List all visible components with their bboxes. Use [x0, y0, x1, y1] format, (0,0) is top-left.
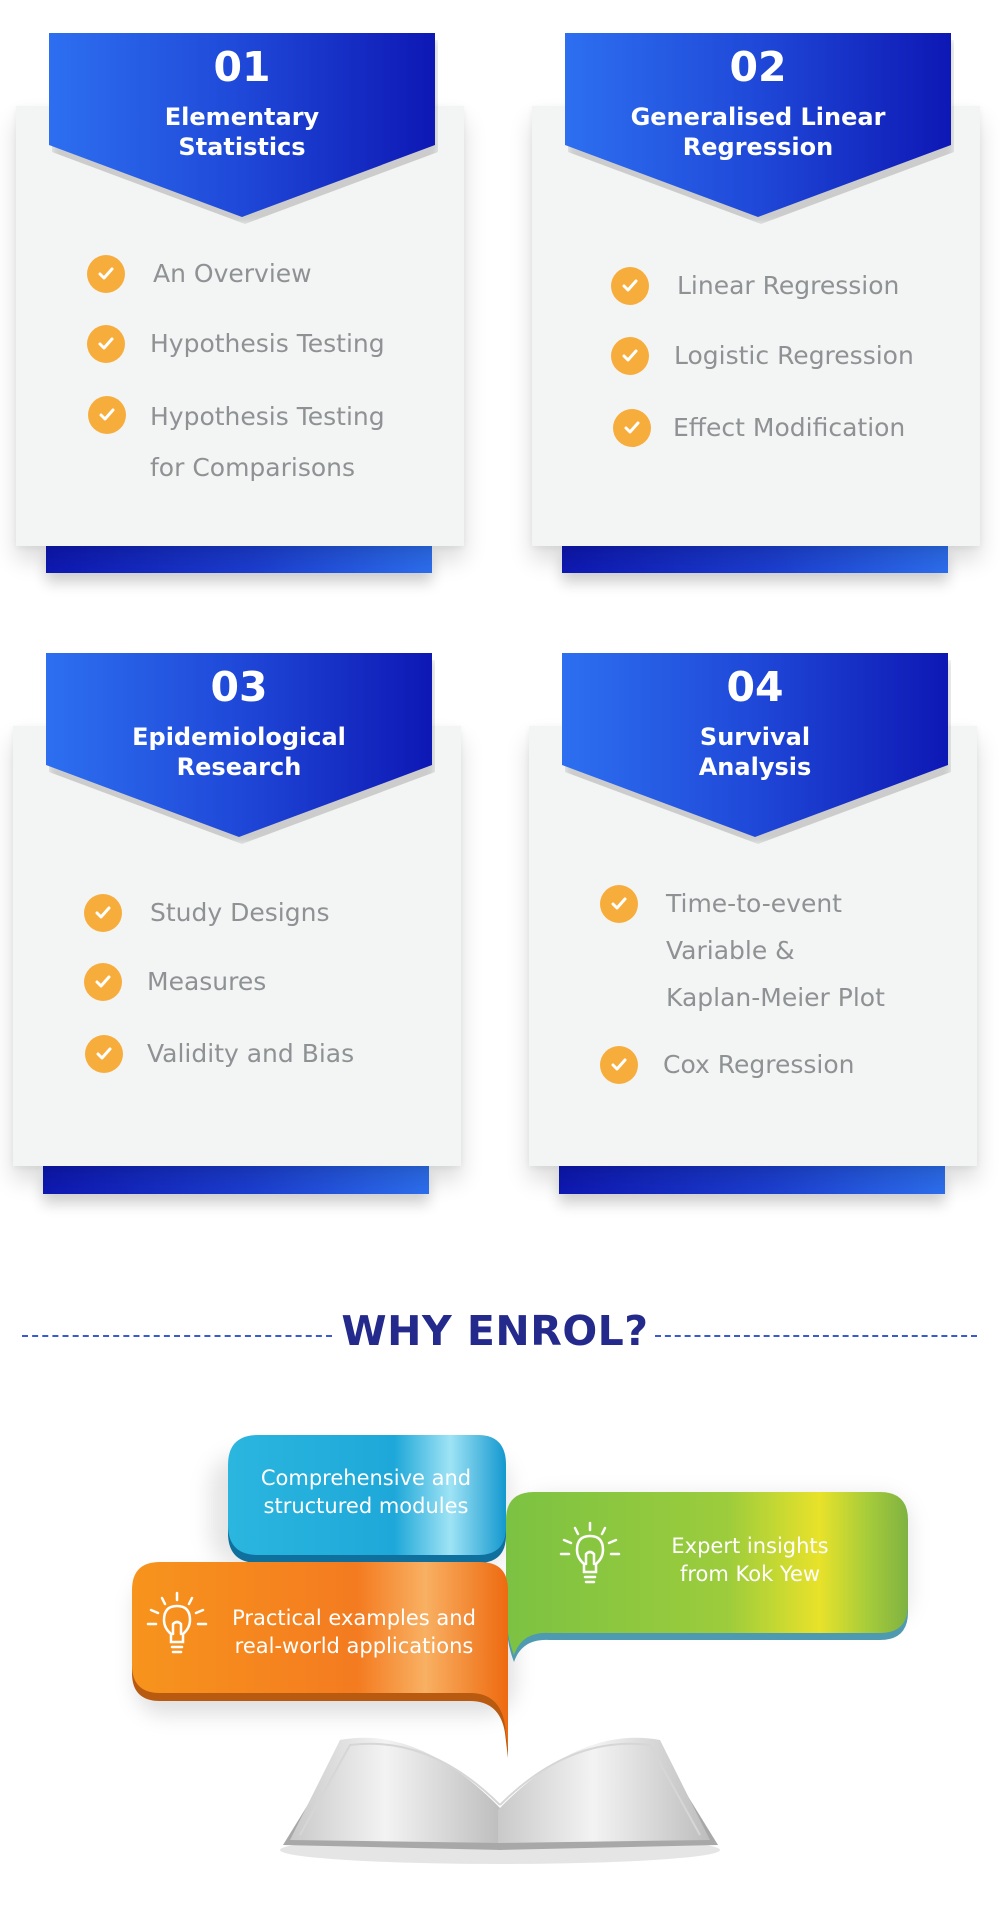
- bubble-expert-insights-text: Expert insights from Kok Yew: [671, 1534, 829, 1586]
- module-number: 03: [210, 663, 268, 711]
- list-item: Effect Modification: [613, 409, 905, 452]
- list-item-label: Effect Modification: [673, 413, 906, 442]
- list-item-label: Validity and Bias: [147, 1039, 355, 1068]
- module-number: 02: [729, 43, 787, 91]
- list-item-label: Hypothesis Testing: [150, 329, 385, 358]
- card-base-bar: [46, 545, 432, 573]
- check-icon: [87, 255, 125, 293]
- module-title: Epidemiological Research: [132, 723, 346, 781]
- list-item: Cox Regression: [600, 1046, 854, 1089]
- check-icon: [87, 325, 125, 363]
- check-icon: [611, 267, 649, 305]
- list-item: Hypothesis Testing: [87, 325, 385, 368]
- list-item-label: Study Designs: [150, 898, 330, 927]
- list-item: Measures: [84, 963, 266, 1006]
- list-item-label: Hypothesis Testing for Comparisons: [150, 402, 385, 482]
- module-number: 04: [726, 663, 784, 711]
- list-item-label: Linear Regression: [677, 271, 900, 300]
- bubble-comprehensive-modules-text: Comprehensive and structured modules: [260, 1466, 472, 1518]
- check-icon: [85, 1035, 123, 1073]
- check-icon: [600, 885, 638, 923]
- divider-right: [655, 1335, 977, 1337]
- module-title: Survival Analysis: [698, 723, 812, 781]
- module-title: Generalised Linear Regression: [630, 103, 886, 161]
- lightbulb-icon: [142, 1590, 212, 1666]
- card-base-bar: [43, 1166, 429, 1194]
- list-item-label: Time-to-event Variable & Kaplan-Meier Pl…: [666, 889, 885, 1012]
- list-item-label: An Overview: [153, 259, 312, 288]
- module-number: 01: [213, 43, 271, 91]
- divider-left: [22, 1335, 332, 1337]
- module-title: Elementary Statistics: [164, 103, 320, 161]
- list-item-label: Measures: [147, 967, 267, 996]
- list-item: Hypothesis Testing for Comparisons: [88, 396, 385, 493]
- list-item: Time-to-event Variable & Kaplan-Meier Pl…: [600, 885, 885, 1021]
- list-item: Study Designs: [84, 894, 329, 937]
- list-item: Logistic Regression: [611, 337, 914, 380]
- check-icon: [613, 409, 651, 447]
- list-item-label: Cox Regression: [663, 1050, 855, 1079]
- check-icon: [88, 396, 126, 434]
- list-item-label: Logistic Regression: [674, 341, 914, 370]
- list-item: Linear Regression: [611, 267, 899, 310]
- list-item: An Overview: [87, 255, 312, 298]
- bubble-practical-examples-text: Practical examples and real-world applic…: [232, 1606, 476, 1658]
- book-icon: [280, 1737, 720, 1864]
- list-item: Validity and Bias: [85, 1035, 354, 1078]
- check-icon: [84, 963, 122, 1001]
- check-icon: [84, 894, 122, 932]
- card-base-bar: [562, 545, 948, 573]
- check-icon: [611, 337, 649, 375]
- check-icon: [600, 1046, 638, 1084]
- lightbulb-icon: [555, 1520, 625, 1596]
- card-base-bar: [559, 1166, 945, 1194]
